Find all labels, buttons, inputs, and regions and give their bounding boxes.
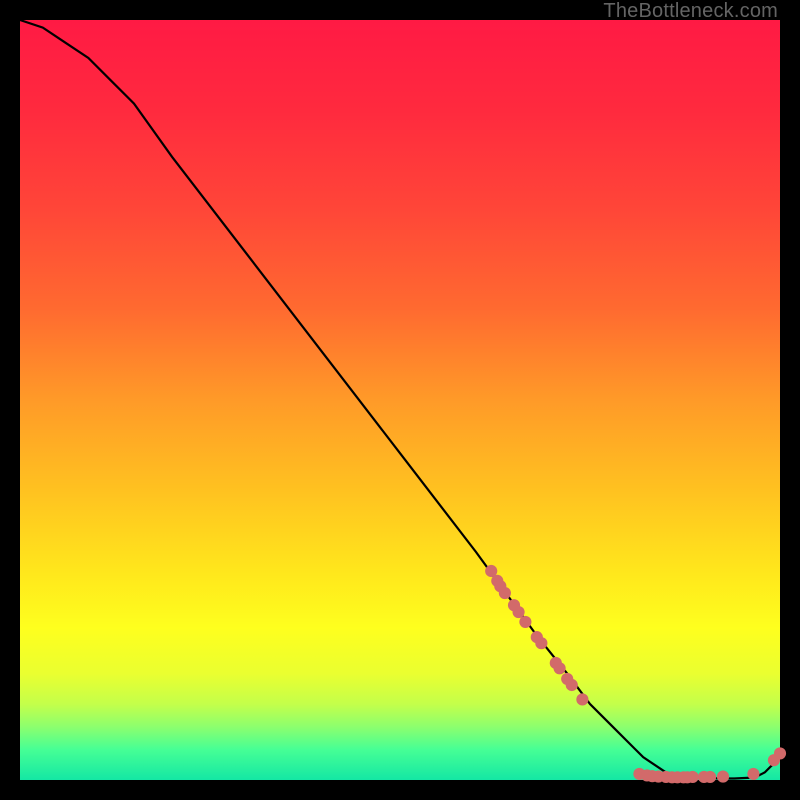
data-point: [535, 637, 547, 649]
data-point: [774, 747, 786, 759]
data-point: [512, 606, 524, 618]
plot-area: [20, 20, 780, 780]
data-point: [566, 679, 578, 691]
data-point: [747, 768, 759, 780]
data-point: [554, 662, 566, 674]
data-point: [519, 616, 531, 628]
chart-svg: [20, 20, 780, 780]
chart-stage: TheBottleneck.com: [0, 0, 800, 800]
data-point: [704, 771, 716, 783]
data-point: [576, 693, 588, 705]
watermark-text: TheBottleneck.com: [603, 0, 778, 23]
bottleneck-curve: [20, 20, 780, 778]
data-point: [687, 771, 699, 783]
data-point: [717, 771, 729, 783]
data-point: [499, 587, 511, 599]
